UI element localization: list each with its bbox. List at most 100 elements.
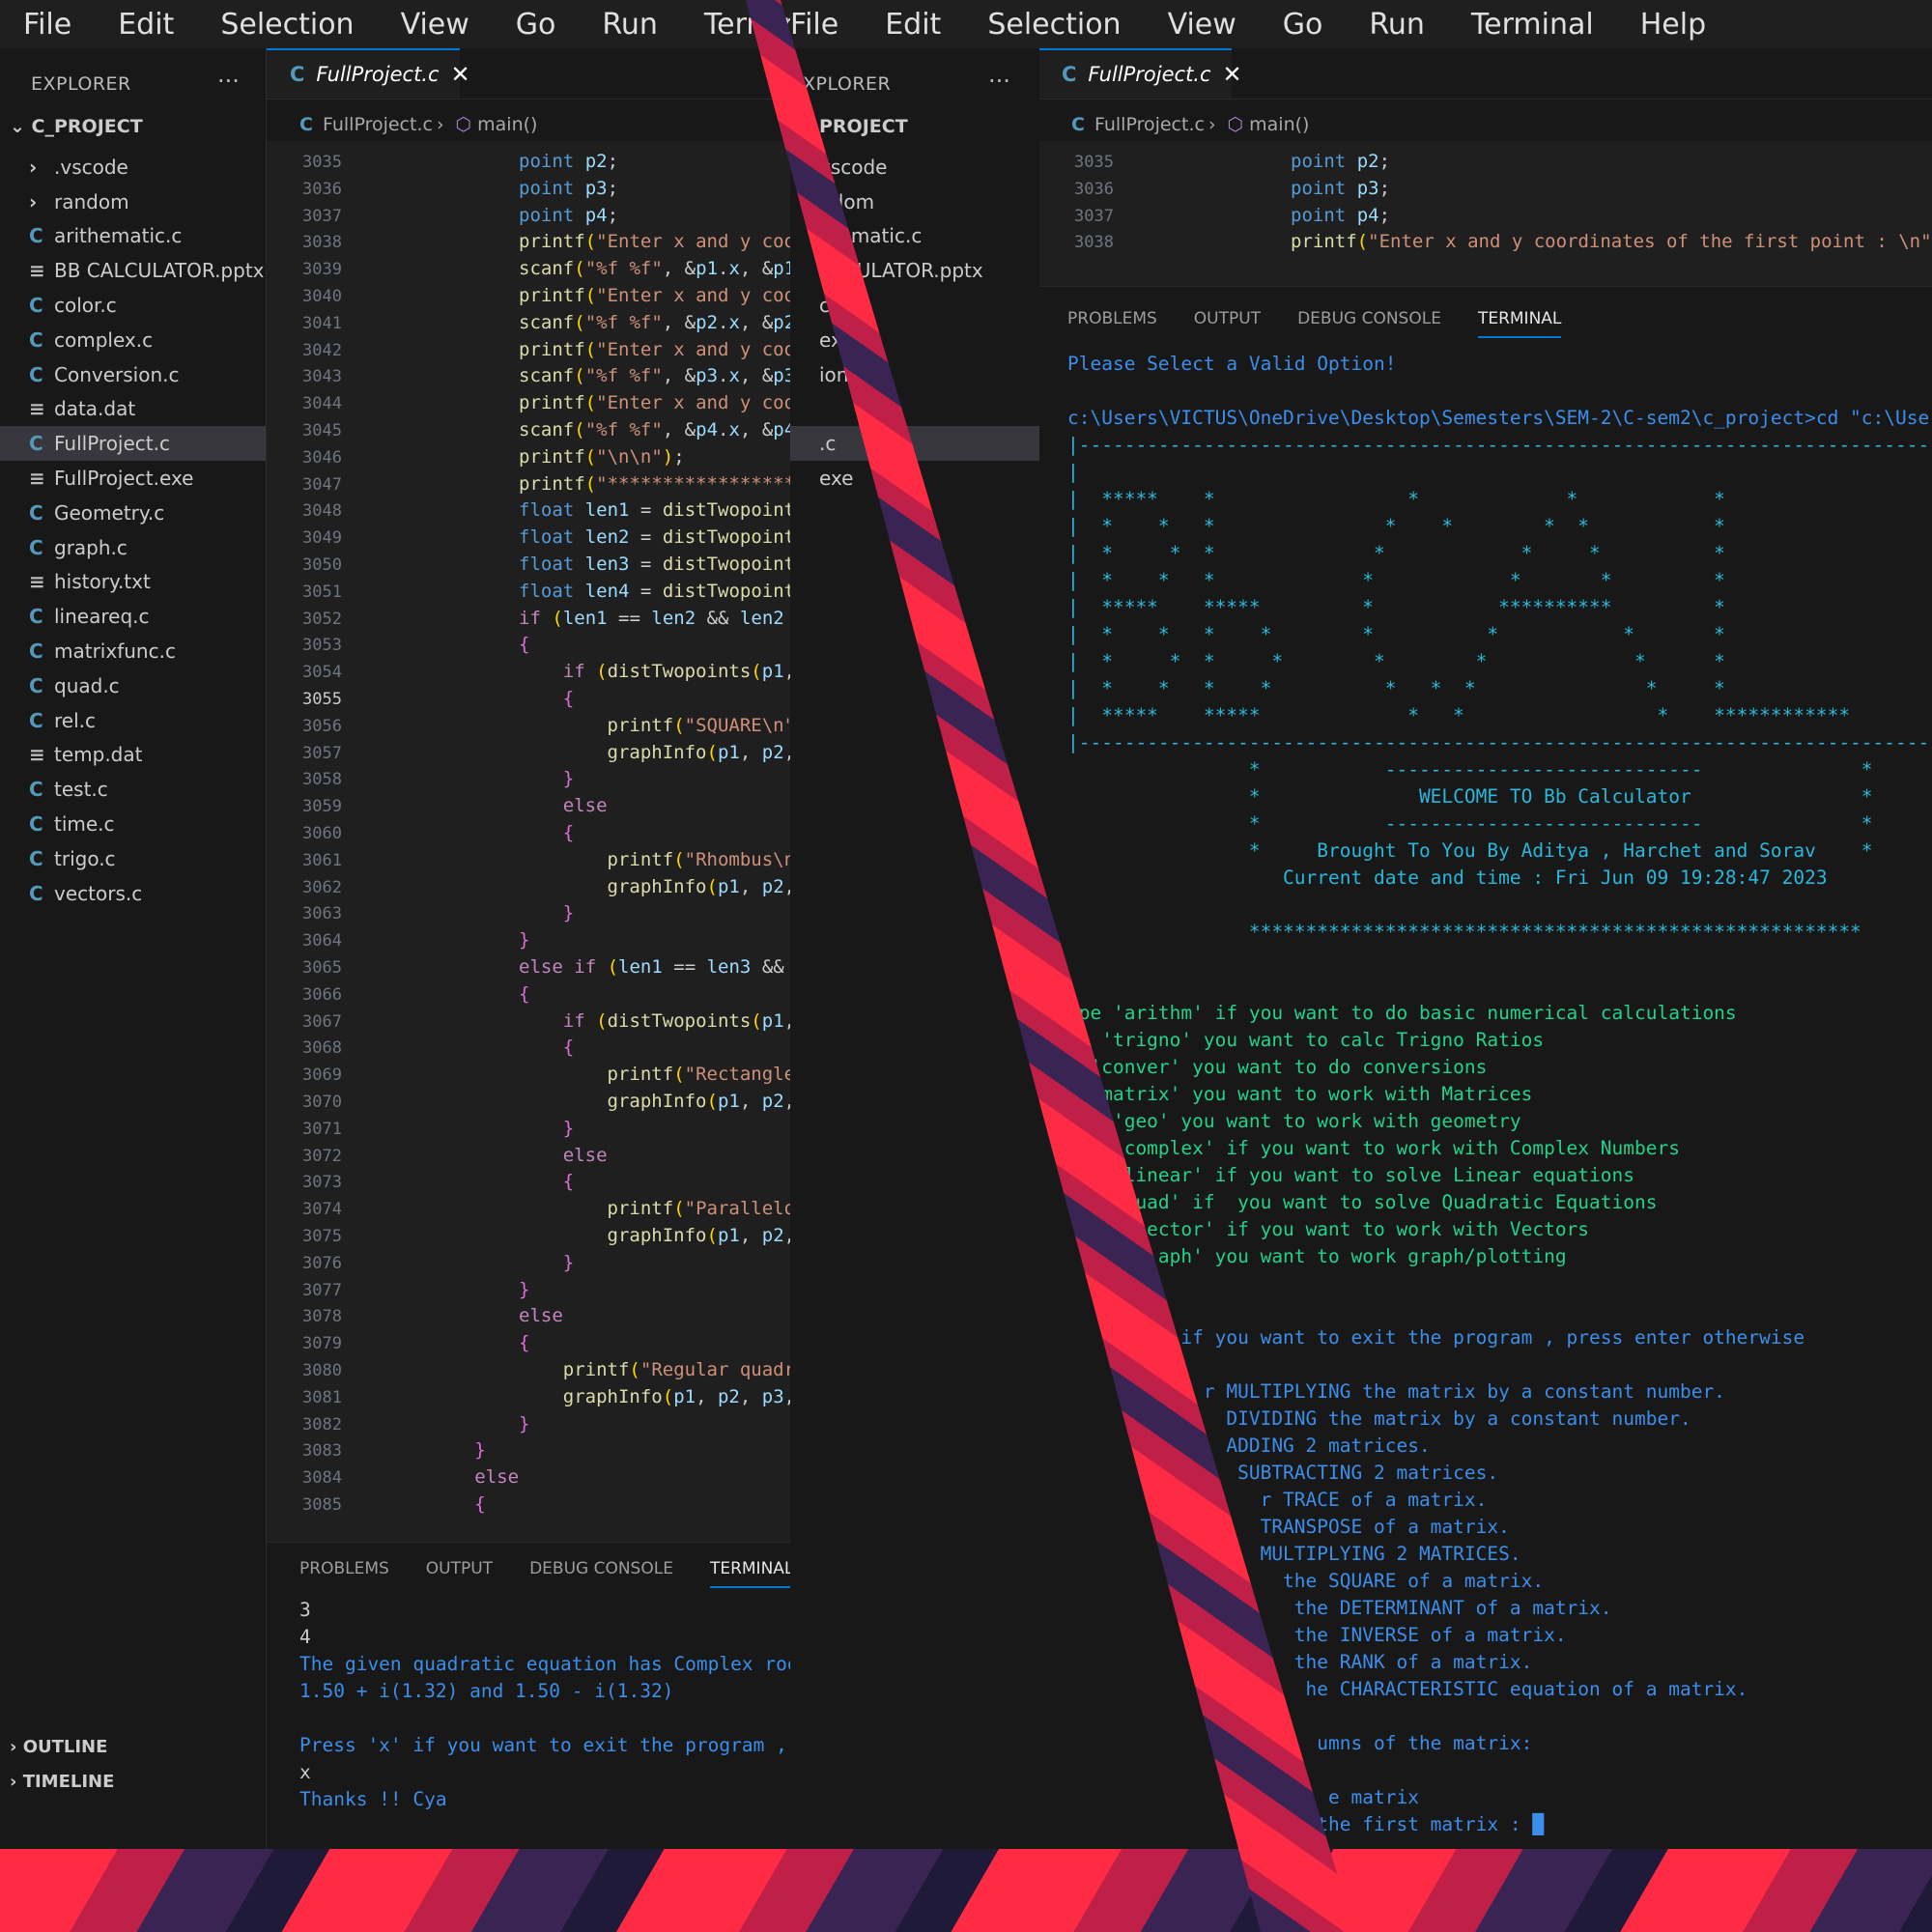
- explorer-item[interactable]: Cgraph.c: [0, 530, 266, 565]
- terminal-line: he CHARACTERISTIC equation of a matrix.: [1067, 1678, 1748, 1700]
- explorer-item[interactable]: C: [790, 530, 1039, 565]
- terminal-line: Please Select a Valid Option!: [1067, 353, 1397, 375]
- close-icon[interactable]: ✕: [1223, 61, 1242, 88]
- menu-terminal[interactable]: Terminal: [1471, 8, 1594, 42]
- explorer-item[interactable]: Ctrigo.c: [0, 841, 266, 876]
- explorer-item[interactable]: ≡: [790, 392, 1039, 427]
- explorer-item[interactable]: Cvectors.c: [0, 876, 266, 911]
- panel-tab-output[interactable]: OUTPUT: [426, 1559, 493, 1578]
- menu-run[interactable]: Run: [602, 8, 658, 42]
- breadcrumb-symbol[interactable]: main(): [1249, 114, 1309, 135]
- panel-tab-problems[interactable]: PROBLEMS: [1067, 309, 1157, 328]
- menu-file[interactable]: File: [790, 8, 838, 42]
- c-file-icon: C: [1062, 63, 1077, 86]
- project-root-folder-right[interactable]: PROJECT: [819, 116, 908, 137]
- explorer-item[interactable]: C: [790, 841, 1039, 876]
- explorer-item[interactable]: C: [790, 772, 1039, 807]
- menu-view[interactable]: View: [1168, 8, 1236, 42]
- explorer-item[interactable]: ≡ data.dat: [0, 392, 266, 427]
- explorer-item[interactable]: C: [790, 599, 1039, 634]
- panel-tab-problems[interactable]: PROBLEMS: [299, 1559, 389, 1578]
- explorer-item[interactable]: Cc: [790, 288, 1039, 323]
- explorer-item[interactable]: C Conversion.c: [0, 357, 266, 392]
- explorer-item[interactable]: Clineareq.c: [0, 599, 266, 634]
- c-file-icon: C: [29, 362, 43, 386]
- explorer-item[interactable]: C: [790, 496, 1039, 530]
- explorer-item[interactable]: C Geometry.c: [0, 496, 266, 530]
- menu-run[interactable]: Run: [1369, 8, 1425, 42]
- menu-help[interactable]: Help: [1640, 8, 1706, 42]
- terminal-line: the INVERSE of a matrix.: [1067, 1624, 1567, 1646]
- breadcrumb-file[interactable]: FullProject.c: [323, 114, 433, 135]
- terminal-line: | ***** ***** * ********** *: [1067, 596, 1725, 618]
- explorer-item-label: arithematic.c: [54, 224, 183, 248]
- explorer-item[interactable]: Crel.c: [0, 703, 266, 738]
- explorer-item[interactable]: Cion.c: [790, 357, 1039, 392]
- menu-file[interactable]: File: [23, 8, 71, 42]
- explorer-item[interactable]: C.c: [790, 426, 1039, 462]
- project-root-folder[interactable]: ⌄ C_PROJECT: [10, 116, 143, 137]
- menu-go[interactable]: Go: [516, 8, 556, 42]
- explorer-item[interactable]: ›vscode: [790, 150, 1039, 185]
- code-editor-right[interactable]: 3035 point p2; 3036 point p3; 3037 point p…: [1038, 141, 1932, 286]
- explorer-item[interactable]: ≡ temp.dat: [0, 738, 266, 773]
- explorer-item[interactable]: Cquad.c: [0, 668, 266, 703]
- line-number: 3083: [302, 1441, 342, 1462]
- panel-tab-debug-console[interactable]: DEBUG CONSOLE: [1297, 309, 1441, 328]
- explorer-item[interactable]: ≡: [790, 738, 1039, 773]
- explorer-item-label: vectors.c: [54, 881, 143, 905]
- terminal-line: 'complex' if you want to work with Compl…: [1067, 1137, 1680, 1159]
- tab-fullproject-c-right[interactable]: C FullProject.c ✕: [1038, 48, 1242, 99]
- explorer-item[interactable]: Carithematic.c: [0, 219, 266, 254]
- explorer-item[interactable]: Ccolor.c: [0, 288, 266, 323]
- explorer-item[interactable]: Cthematic.c: [790, 219, 1039, 254]
- explorer-title: EXPLORER: [31, 73, 131, 95]
- explorer-item[interactable]: C: [790, 703, 1039, 738]
- explorer-item[interactable]: C: [790, 807, 1039, 841]
- outline-section[interactable]: › OUTLINE: [10, 1737, 107, 1757]
- explorer-item[interactable]: › random: [0, 185, 266, 219]
- explorer-item[interactable]: C: [790, 634, 1039, 668]
- explorer-item[interactable]: C: [790, 876, 1039, 911]
- explorer-item[interactable]: Cmatrixfunc.c: [0, 634, 266, 668]
- panel-tab-output[interactable]: OUTPUT: [1194, 309, 1261, 328]
- explorer-item[interactable]: ≡exe: [790, 461, 1039, 496]
- explorer-item[interactable]: ≡ history.txt: [0, 565, 266, 600]
- close-icon[interactable]: ✕: [451, 61, 470, 88]
- explorer-item[interactable]: ›ndom: [790, 185, 1039, 219]
- explorer-item[interactable]: Ctime.c: [0, 807, 266, 841]
- explorer-item[interactable]: ≡ BB CALCULATOR.pptx: [0, 253, 266, 288]
- explorer-item[interactable]: Ccomplex.c: [0, 323, 266, 357]
- chevron-right-icon: ›: [10, 1772, 23, 1792]
- explorer-item[interactable]: ≡: [790, 565, 1039, 600]
- panel-tab-terminal[interactable]: TERMINAL: [709, 1559, 794, 1588]
- explorer-item-label: FullProject.exe: [54, 467, 194, 491]
- panel-tab-debug-console[interactable]: DEBUG CONSOLE: [529, 1559, 673, 1578]
- menu-edit[interactable]: Edit: [885, 8, 941, 42]
- line-number: 3073: [302, 1173, 342, 1193]
- explorer-item[interactable]: Cex.c: [790, 323, 1039, 357]
- terminal-line: | * * * * * * *: [1067, 542, 1725, 564]
- menu-edit[interactable]: Edit: [118, 8, 174, 42]
- terminal-line: ector' if you want to work with Vectors: [1067, 1218, 1590, 1240]
- menu-selection[interactable]: Selection: [220, 8, 354, 42]
- editor-tab-bar-right: C FullProject.c ✕: [1038, 48, 1932, 99]
- explorer-item[interactable]: ≡ FullProject.exe: [0, 461, 266, 496]
- explorer-item[interactable]: C: [790, 668, 1039, 703]
- line-number: 3051: [302, 582, 342, 602]
- explorer-more-icon[interactable]: ···: [217, 68, 240, 95]
- line-number: 3040: [302, 287, 342, 306]
- timeline-section[interactable]: › TIMELINE: [10, 1772, 114, 1792]
- explorer-item[interactable]: Ctest.c: [0, 772, 266, 807]
- menu-selection[interactable]: Selection: [987, 8, 1121, 42]
- explorer-item[interactable]: C FullProject.c: [0, 426, 266, 462]
- menu-view[interactable]: View: [401, 8, 469, 42]
- breadcrumb-file[interactable]: FullProject.c: [1094, 114, 1205, 135]
- tab-fullproject-c[interactable]: C FullProject.c ✕: [267, 48, 470, 99]
- breadcrumb-symbol[interactable]: main(): [477, 114, 537, 135]
- explorer-item[interactable]: ≡ALCULATOR.pptx: [790, 253, 1039, 288]
- explorer-item[interactable]: › .vscode: [0, 150, 266, 185]
- panel-tab-terminal[interactable]: TERMINAL: [1477, 309, 1562, 338]
- menu-go[interactable]: Go: [1283, 8, 1323, 42]
- explorer-more-icon[interactable]: ···: [988, 68, 1010, 95]
